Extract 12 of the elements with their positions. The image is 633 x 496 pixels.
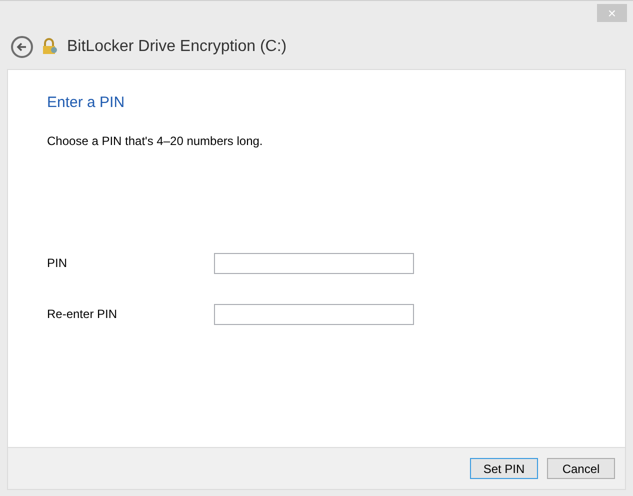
dialog-button[interactable]: Cancel <box>547 458 615 479</box>
page-heading: Enter a PIN <box>47 93 126 113</box>
lock-key-icon <box>41 38 59 56</box>
field-label: Re-enter PIN <box>47 306 118 323</box>
back-button[interactable] <box>11 36 33 58</box>
description-text: Choose a PIN that's 4–20 numbers long. <box>47 132 264 150</box>
input-field[interactable] <box>214 252 414 274</box>
field-label: PIN <box>47 255 68 272</box>
dialog-button[interactable]: Set PIN <box>470 458 538 479</box>
back-arrow-icon <box>16 41 28 53</box>
window-title: BitLocker Drive Encryption (C:) <box>67 37 287 57</box>
input-field[interactable] <box>214 304 414 324</box>
